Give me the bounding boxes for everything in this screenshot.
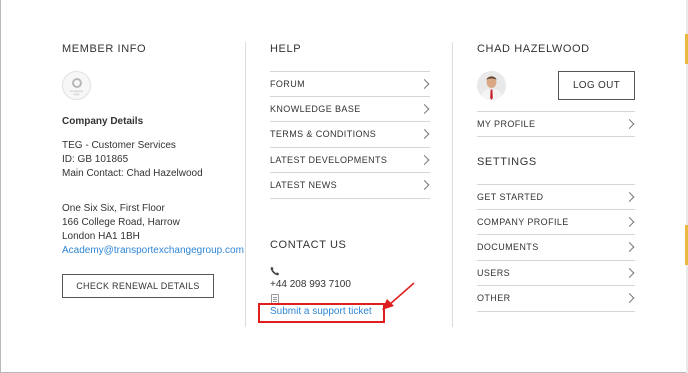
settings-item-other[interactable]: OTHER (477, 286, 635, 312)
chevron-right-icon (624, 118, 635, 129)
company-id: ID: GB 101865 (62, 154, 129, 165)
menu-item-label: GET STARTED (477, 191, 544, 202)
settings-item-documents[interactable]: DOCUMENTS (477, 235, 635, 261)
help-menu: FORUM KNOWLEDGE BASE TERMS & CONDITIONS … (270, 71, 430, 199)
column-divider (245, 42, 246, 327)
menu-item-label: LATEST NEWS (270, 180, 338, 191)
chevron-right-icon (624, 267, 635, 278)
help-item-knowledge-base[interactable]: KNOWLEDGE BASE (270, 97, 430, 122)
settings-item-company-profile[interactable]: COMPANY PROFILE (477, 210, 635, 235)
my-profile-item[interactable]: MY PROFILE (477, 111, 635, 137)
chevron-right-icon (624, 191, 635, 202)
company-details-label: Company Details (62, 116, 144, 127)
menu-item-label: FORUM (270, 78, 305, 89)
settings-heading: SETTINGS (477, 156, 537, 168)
contact-heading: CONTACT US (270, 239, 347, 251)
support-ticket-link[interactable]: Submit a support ticket (270, 306, 372, 317)
chevron-right-icon (624, 293, 635, 304)
help-item-latest-news[interactable]: LATEST NEWS (270, 173, 430, 199)
member-info-heading: MEMBER INFO (62, 43, 147, 55)
annotation-arrow-icon (382, 282, 415, 310)
help-item-terms[interactable]: TERMS & CONDITIONS (270, 122, 430, 148)
help-item-latest-developments[interactable]: LATEST DEVELOPMENTS (270, 148, 430, 173)
menu-item-label: DOCUMENTS (477, 242, 539, 253)
check-renewal-button[interactable]: CHECK RENEWAL DETAILS (62, 274, 214, 298)
menu-item-label: USERS (477, 267, 511, 278)
address-line: One Six Six, First Floor (62, 203, 165, 214)
company-logo-icon: Company logo (62, 71, 91, 100)
settings-item-users[interactable]: USERS (477, 261, 635, 286)
column-divider (452, 42, 453, 327)
settings-menu: GET STARTED COMPANY PROFILE DOCUMENTS US… (477, 184, 635, 312)
chevron-right-icon (419, 129, 430, 140)
menu-item-label: COMPANY PROFILE (477, 216, 569, 227)
profile-menu: MY PROFILE (477, 111, 635, 137)
menu-item-label: LATEST DEVELOPMENTS (270, 154, 388, 165)
avatar (477, 71, 506, 100)
main-contact: Main Contact: Chad Hazelwood (62, 168, 203, 179)
contact-phone: +44 208 993 7100 (270, 279, 351, 290)
chevron-right-icon (624, 216, 635, 227)
company-name: TEG - Customer Services (62, 140, 176, 151)
help-item-forum[interactable]: FORUM (270, 71, 430, 97)
phone-icon (270, 266, 280, 276)
user-name-heading: CHAD HAZELWOOD (477, 43, 590, 55)
address-line: 166 College Road, Harrow (62, 217, 180, 228)
help-heading: HELP (270, 43, 302, 55)
chevron-right-icon (419, 154, 430, 165)
settings-item-get-started[interactable]: GET STARTED (477, 184, 635, 210)
menu-item-label: MY PROFILE (477, 118, 536, 129)
log-out-button[interactable]: LOG OUT (558, 71, 635, 100)
email-link[interactable]: Academy@transportexchangegroup.com (62, 245, 244, 256)
chevron-right-icon (419, 78, 430, 89)
menu-item-label: OTHER (477, 293, 511, 304)
chevron-right-icon (419, 103, 430, 114)
address-line: London HA1 1BH (62, 231, 140, 242)
menu-item-label: TERMS & CONDITIONS (270, 129, 377, 140)
logo-caption: Company logo (70, 88, 83, 96)
chevron-right-icon (419, 180, 430, 191)
menu-item-label: KNOWLEDGE BASE (270, 103, 361, 114)
chevron-right-icon (624, 242, 635, 253)
